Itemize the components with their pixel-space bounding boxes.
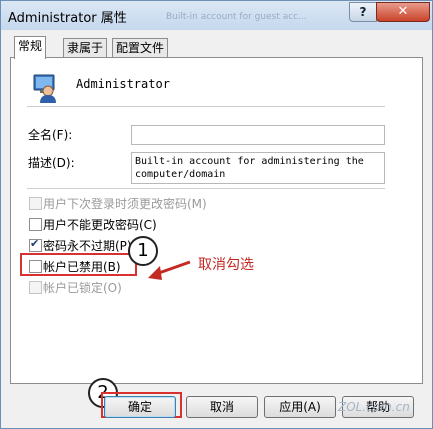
- close-icon: ✕: [397, 4, 409, 19]
- description-value: Built-in account for administering the c…: [135, 156, 364, 180]
- arrow-left-icon: [148, 260, 191, 280]
- separator: [27, 106, 385, 107]
- must-change-password-label: 用户下次登录时须更改密码(M): [43, 197, 207, 211]
- tab-member-of[interactable]: 隶属于: [63, 38, 108, 58]
- highlight-box-checkbox: [20, 253, 137, 276]
- cannot-change-password-label: 用户不能更改密码(C): [43, 218, 157, 232]
- title-bar: Administrator 属性 Built-in account for gu…: [1, 1, 432, 30]
- description-label: 描述(D):: [28, 156, 75, 170]
- close-button[interactable]: ✕: [376, 2, 430, 22]
- cancel-button[interactable]: 取消: [186, 396, 258, 418]
- user-name: Administrator: [76, 77, 170, 91]
- password-never-expires-label: 密码永不过期(P): [43, 239, 132, 253]
- password-never-expires-checkbox[interactable]: [29, 237, 42, 252]
- must-change-password-checkbox[interactable]: [29, 197, 42, 210]
- watermark: ZOL.com.cn: [338, 400, 410, 414]
- description-field[interactable]: Built-in account for administering the c…: [131, 152, 385, 184]
- question-icon: ?: [359, 5, 367, 19]
- annotation-note: 取消勾选: [198, 257, 254, 273]
- help-title-button[interactable]: ?: [349, 2, 377, 22]
- account-locked-label: 帐户已锁定(O): [43, 281, 122, 295]
- ok-button[interactable]: 确定: [104, 396, 176, 418]
- tab-general[interactable]: 常规: [14, 36, 47, 59]
- fullname-label: 全名(F):: [28, 128, 73, 142]
- window-title: Administrator 属性: [8, 11, 127, 26]
- background-window-title: Built-in account for guest acc...: [166, 12, 307, 22]
- apply-button[interactable]: 应用(A): [264, 396, 336, 418]
- user-account-icon: [33, 74, 56, 103]
- separator: [27, 188, 385, 189]
- account-locked-checkbox[interactable]: [29, 281, 42, 294]
- tab-profile[interactable]: 配置文件: [112, 38, 169, 58]
- fullname-field[interactable]: [131, 125, 385, 145]
- cannot-change-password-checkbox[interactable]: [29, 218, 42, 231]
